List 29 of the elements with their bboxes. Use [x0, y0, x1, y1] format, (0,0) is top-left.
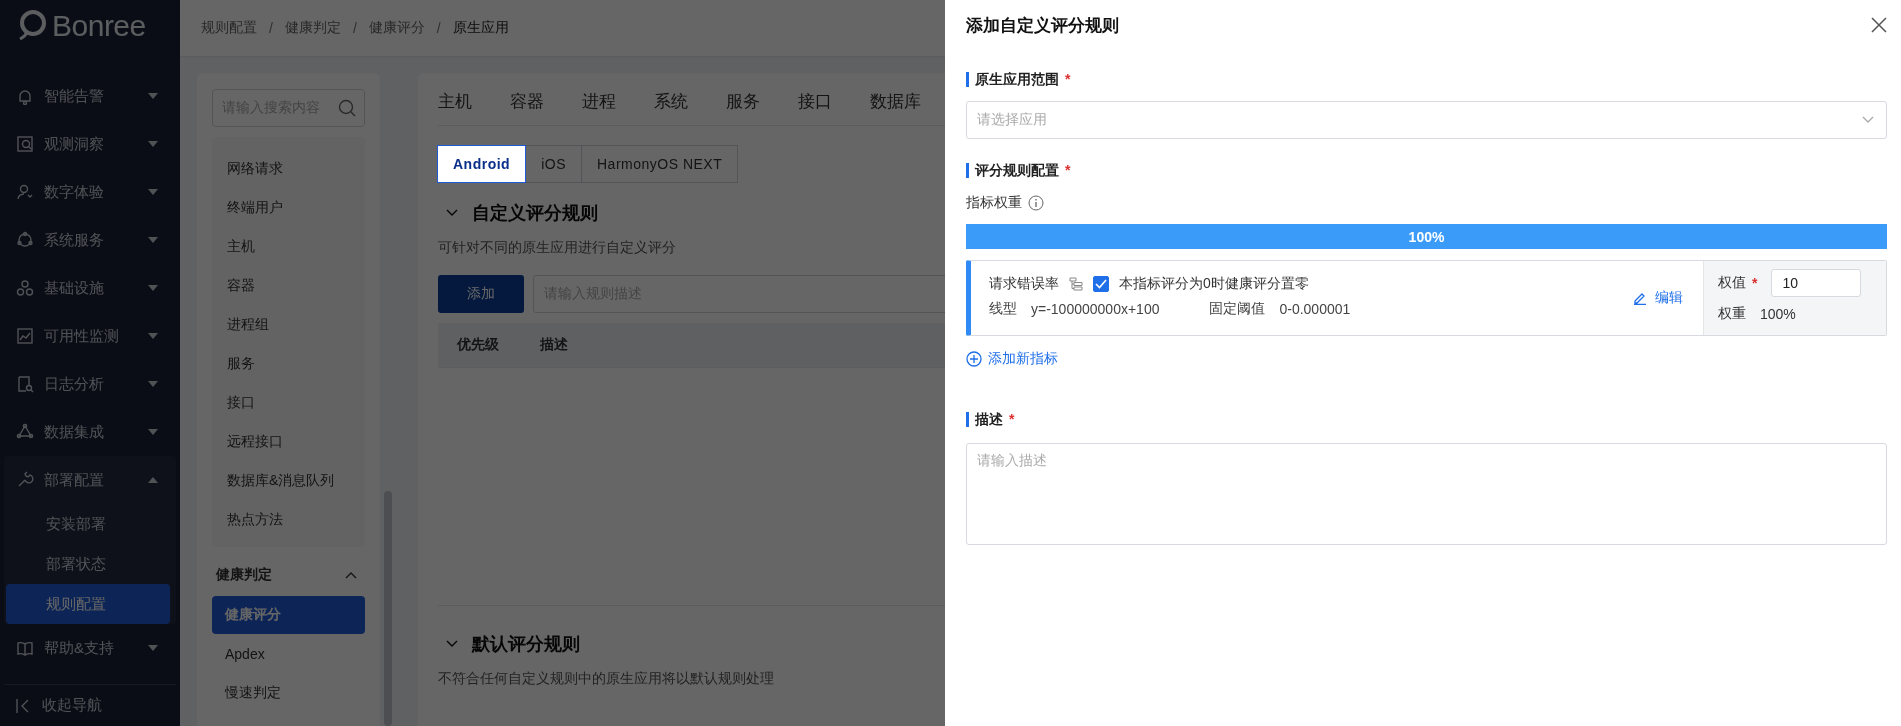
metric-name: 请求错误率 — [989, 275, 1059, 293]
field-value: 0-0.000001 — [1279, 301, 1351, 317]
field-label: 固定阈值 — [1209, 300, 1266, 318]
section-label: 评分规则配置 * — [966, 163, 1887, 178]
drawer-title: 添加自定义评分规则 — [966, 14, 1119, 37]
breadcrumb-separator: / — [352, 20, 357, 36]
column-header: 优先级 — [456, 336, 500, 354]
field-value: y=-100000000x+100 — [1031, 301, 1160, 317]
breadcrumb-separator: / — [269, 20, 273, 36]
weight-bar: 100% — [966, 224, 1887, 249]
column-header: 描述 — [539, 336, 569, 354]
required-mark: * — [1065, 72, 1071, 87]
required-mark: * — [1752, 275, 1758, 291]
section-title: 自定义评分规则 — [472, 202, 598, 225]
field-label: 指标权重 — [966, 194, 1022, 212]
section-description: 不符合任何自定义规则中的原生应用将以默认规则处理 — [438, 670, 774, 688]
section-label: 原生应用范围 * — [966, 72, 1887, 87]
required-mark: * — [1065, 163, 1071, 178]
logo-text: Bonree — [52, 8, 146, 43]
required-mark: * — [1009, 412, 1015, 427]
breadcrumb-separator: / — [436, 20, 441, 36]
field-label: 权值 — [1718, 274, 1746, 292]
section-label: 描述 * — [966, 412, 1887, 427]
checkbox-label: 本指标评分为0时健康评分置零 — [1119, 275, 1309, 293]
field-label: 权重 — [1718, 305, 1746, 323]
section-title: 默认评分规则 — [472, 633, 580, 656]
field-label: 线型 — [989, 300, 1017, 318]
field-value: 100% — [1760, 306, 1796, 322]
section-description: 可针对不同的原生应用进行自定义评分 — [438, 239, 676, 257]
